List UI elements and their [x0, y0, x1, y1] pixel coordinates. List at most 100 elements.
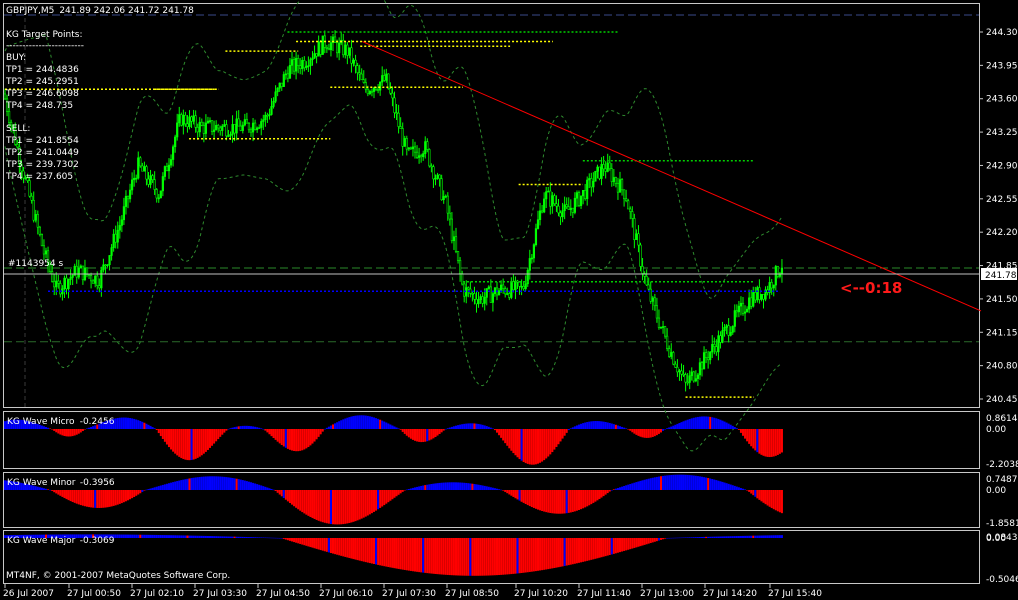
candle-body — [508, 293, 511, 298]
candle-body — [481, 296, 484, 304]
histogram-bar — [286, 490, 289, 502]
histogram-bar — [393, 426, 396, 429]
candle-body — [760, 294, 763, 300]
candle-body — [42, 245, 46, 255]
histogram-bar — [270, 429, 273, 437]
candle-body — [391, 92, 394, 99]
histogram-bar — [442, 538, 445, 575]
histogram-bar — [491, 487, 494, 490]
candle-body — [592, 180, 595, 188]
histogram-bar — [744, 429, 747, 439]
candle-body — [454, 236, 458, 252]
candle-body — [57, 280, 60, 284]
histogram-bar — [567, 490, 570, 513]
histogram-bar — [653, 477, 656, 490]
candle-body — [313, 53, 316, 59]
candle-body — [194, 115, 197, 128]
candle-body — [461, 273, 464, 285]
histogram-bar — [319, 490, 322, 522]
candle-body — [559, 212, 562, 218]
histogram-bar — [313, 429, 316, 442]
candle-body — [653, 297, 656, 307]
candle-body — [487, 286, 490, 289]
wave-micro-pane[interactable] — [3, 411, 980, 469]
histogram-bar — [313, 490, 316, 520]
candle-body — [536, 219, 540, 229]
mt4-chart[interactable]: 244.30 243.95 243.60 243.25 242.90 242.55 242.… — [0, 0, 1018, 600]
histogram-bar — [100, 490, 103, 508]
histogram-bar — [75, 534, 78, 538]
histogram-bar — [596, 490, 599, 501]
candle-body — [489, 286, 492, 303]
histogram-bar — [137, 420, 140, 429]
histogram-bar — [452, 482, 455, 490]
candle-body — [555, 203, 558, 207]
histogram-bar — [457, 482, 460, 490]
histogram-bar — [352, 490, 355, 522]
candle-body — [758, 287, 761, 300]
histogram-bar — [512, 429, 515, 454]
candle-body — [180, 114, 183, 126]
candle-body — [680, 370, 683, 375]
histogram-bar — [557, 490, 560, 514]
candle-body — [424, 141, 427, 154]
histogram-bar — [182, 429, 185, 460]
histogram-bar — [268, 537, 271, 539]
histogram-bar — [362, 538, 365, 562]
histogram-bar — [122, 534, 125, 538]
histogram-bar — [395, 490, 398, 497]
histogram-bar — [737, 487, 740, 490]
histogram-bar — [461, 424, 464, 429]
candle-body — [290, 59, 294, 66]
histogram-bar — [592, 490, 595, 503]
histogram-bar — [674, 474, 677, 490]
wave-minor-pane[interactable] — [3, 472, 980, 528]
histogram-bar — [336, 490, 339, 525]
histogram-bar — [422, 485, 425, 490]
histogram-bar — [545, 429, 548, 459]
histogram-bar — [555, 429, 558, 447]
candle-body — [98, 285, 101, 289]
candle-body — [538, 210, 542, 220]
histogram-bar — [239, 426, 242, 429]
histogram-bar — [698, 416, 701, 429]
histogram-bar — [719, 419, 722, 429]
histogram-bar — [227, 428, 230, 430]
histogram-bar — [430, 429, 433, 440]
histogram-bar — [176, 429, 179, 456]
histogram-bar — [649, 538, 652, 544]
histogram-bar — [260, 537, 263, 538]
histogram-bar — [98, 490, 101, 508]
histogram-bar — [698, 476, 701, 490]
candle-body — [270, 106, 273, 115]
histogram-bar — [436, 483, 439, 490]
candle-body — [590, 178, 593, 188]
candle-body — [633, 218, 636, 240]
candle-body — [221, 125, 224, 131]
candle-body — [256, 127, 259, 131]
histogram-bar — [641, 480, 644, 490]
histogram-bar — [553, 490, 556, 514]
histogram-bar — [653, 538, 656, 542]
histogram-bar — [452, 426, 455, 429]
histogram-bar — [557, 538, 560, 568]
histogram-bar — [147, 424, 150, 429]
histogram-bar — [516, 490, 519, 500]
candle-body — [729, 332, 732, 336]
histogram-bar — [377, 538, 380, 565]
order-label[interactable]: #1143954 s — [8, 259, 63, 269]
histogram-bar — [522, 538, 525, 573]
histogram-bar — [53, 490, 56, 493]
histogram-bar — [481, 424, 484, 429]
candle-body — [774, 266, 777, 286]
candle-body — [717, 335, 720, 353]
histogram-bar — [237, 426, 240, 429]
histogram-bar — [580, 538, 583, 563]
histogram-bar — [477, 423, 480, 429]
histogram-bar — [508, 538, 511, 575]
candle-body — [524, 283, 527, 289]
histogram-bar — [348, 538, 351, 559]
main-price-pane[interactable] — [3, 3, 980, 408]
histogram-bar — [174, 481, 177, 490]
candle-body — [772, 284, 775, 289]
